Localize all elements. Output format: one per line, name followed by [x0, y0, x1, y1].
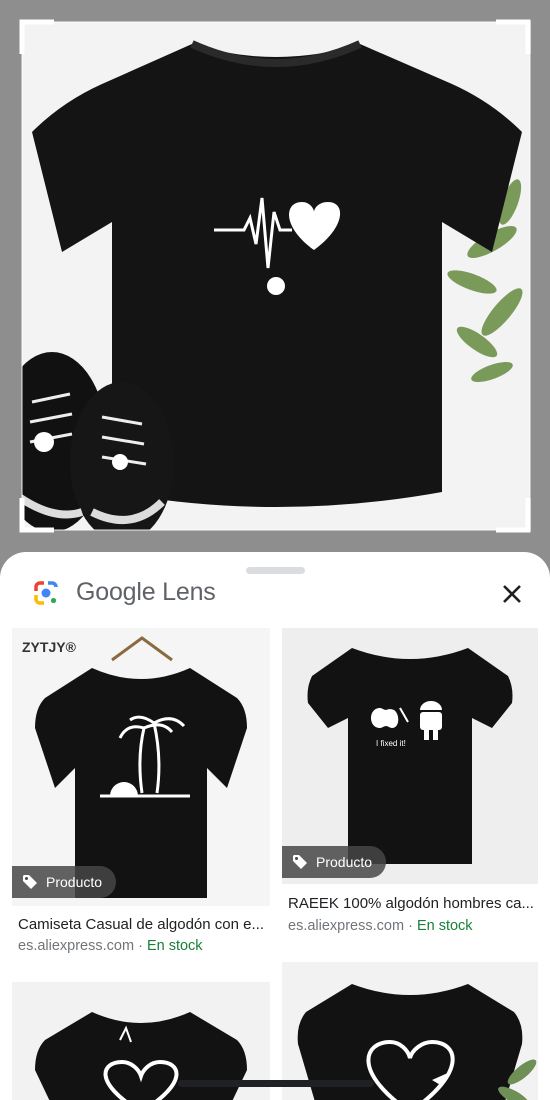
result-title[interactable]: Camiseta Casual de algodón con e...: [18, 916, 268, 933]
brand-logo-text: ZYTJY®: [22, 639, 77, 655]
stock-status: En stock: [146, 938, 203, 954]
result-image: I fixed it! Producto: [282, 628, 538, 884]
query-image-area[interactable]: [0, 0, 550, 580]
close-icon[interactable]: [496, 578, 528, 610]
result-title[interactable]: RAEEK 100% algodón hombres ca...: [288, 895, 536, 912]
result-image: ZYTJY® Producto: [12, 628, 270, 906]
crop-frame[interactable]: [0, 0, 550, 580]
meta-separator: ·: [404, 918, 417, 934]
result-meta: es.aliexpress.com · En stock: [18, 938, 203, 954]
brand-google: Google: [76, 578, 156, 606]
result-card[interactable]: ZYTJY® Producto Camiseta Casual de algod…: [12, 628, 270, 958]
meta-separator: ·: [134, 938, 147, 954]
gesture-nav-bar[interactable]: [178, 1080, 374, 1087]
google-lens-logo-icon: [34, 581, 58, 605]
brand-lens: Lens: [162, 578, 216, 606]
product-tag-label: Producto: [46, 874, 103, 890]
stock-status: En stock: [416, 918, 473, 934]
result-meta: es.aliexpress.com · En stock: [288, 918, 473, 934]
result-card[interactable]: I fixed it! Producto RAEEK 100% algodón …: [282, 628, 538, 938]
brand-title: Google Lens: [76, 578, 216, 607]
product-tag-label: Producto: [316, 854, 373, 870]
shirt-caption: I fixed it!: [376, 739, 406, 748]
tag-icon: [293, 855, 307, 869]
result-source: es.aliexpress.com: [288, 918, 405, 934]
google-lens-screen: Google Lens ZYTJY® Producto Camiseta Cas…: [0, 0, 550, 1100]
tag-icon: [23, 875, 37, 889]
apple-print: [371, 708, 399, 728]
sheet-header: Google Lens: [0, 572, 550, 616]
product-tag: Producto: [12, 866, 117, 898]
palm-tree-shirt-image: ZYTJY®: [22, 636, 247, 898]
product-tag: Producto: [282, 846, 387, 878]
results-sheet: Google Lens ZYTJY® Producto Camiseta Cas…: [0, 552, 550, 1100]
result-source: es.aliexpress.com: [18, 938, 135, 954]
android-print: [420, 712, 442, 730]
